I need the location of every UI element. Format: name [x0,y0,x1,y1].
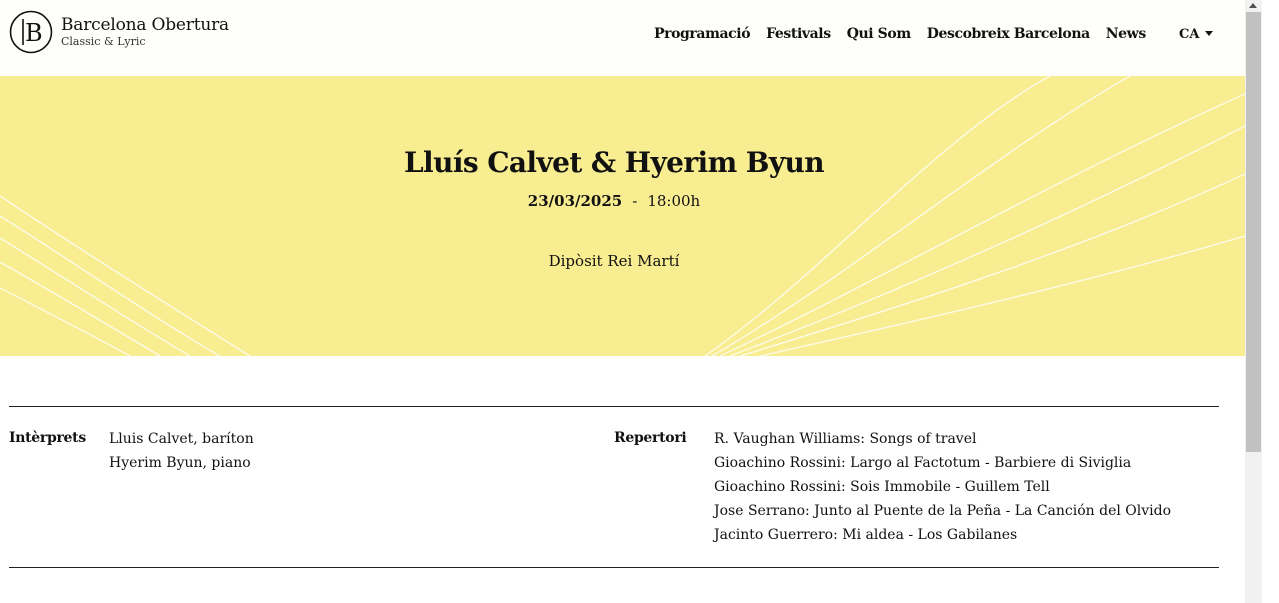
brand-name: Barcelona Obertura [61,15,229,35]
hero-wave-lines-decoration [0,76,1245,356]
caret-down-icon [1205,31,1214,36]
nav-item-news[interactable]: News [1106,26,1146,42]
language-selected: CA [1179,27,1200,42]
event-date: 23/03/2025 [527,192,623,210]
barcelona-obertura-logo-icon: B [9,10,53,54]
site-header: B Barcelona Obertura Classic & Lyric Pro… [0,0,1245,76]
nav-item-programacio[interactable]: Programació [654,26,751,42]
nav-item-qui-som[interactable]: Qui Som [847,26,911,42]
performer-item: Lluis Calvet, baríton [109,431,254,447]
logo-monogram: B [25,19,43,47]
nav-item-descobreix-barcelona[interactable]: Descobreix Barcelona [927,26,1090,42]
performers-label: Intèrprets [9,430,86,446]
scroll-up-arrow-icon[interactable] [1249,3,1257,8]
details-divider-top [9,406,1219,407]
repertoire-item: Gioachino Rossini: Sois Immobile - Guill… [714,479,1050,495]
brand-logo-link[interactable]: B Barcelona Obertura Classic & Lyric [9,10,229,54]
performer-item: Hyerim Byun, piano [109,455,251,471]
event-datetime: 23/03/2025-18:00h [0,192,1228,210]
event-title: Lluís Calvet & Hyerim Byun [403,146,825,179]
repertoire-item: R. Vaughan Williams: Songs of travel [714,431,977,447]
repertoire-item: Jose Serrano: Junto al Puente de la Peña… [714,503,1172,519]
event-time: 18:00h [647,192,701,210]
performers-list: Lluis Calvet, baríton Hyerim Byun, piano [109,427,254,475]
language-selector[interactable]: CA [1179,27,1214,42]
nav-item-festivals[interactable]: Festivals [766,26,831,42]
vertical-scrollbar[interactable] [1245,0,1262,603]
datetime-separator: - [632,192,638,210]
repertoire-list: R. Vaughan Williams: Songs of travel Gio… [714,427,1171,547]
event-hero: Lluís Calvet & Hyerim Byun 23/03/2025-18… [0,76,1245,356]
page: B Barcelona Obertura Classic & Lyric Pro… [0,0,1279,603]
browser-viewport: B Barcelona Obertura Classic & Lyric Pro… [0,0,1245,603]
repertoire-item: Gioachino Rossini: Largo al Factotum - B… [714,455,1132,471]
repertoire-item: Jacinto Guerrero: Mi aldea - Los Gabilan… [714,527,1018,543]
brand-tagline: Classic & Lyric [61,35,146,48]
main-nav: Programació Festivals Qui Som Descobreix… [654,26,1146,42]
window-edge [1262,0,1279,603]
repertoire-label: Repertori [614,430,687,446]
details-divider-bottom [9,567,1219,568]
event-venue: Dipòsit Rei Martí [548,252,680,270]
scrollbar-thumb[interactable] [1246,12,1261,452]
brand-text: Barcelona Obertura Classic & Lyric [61,15,229,48]
